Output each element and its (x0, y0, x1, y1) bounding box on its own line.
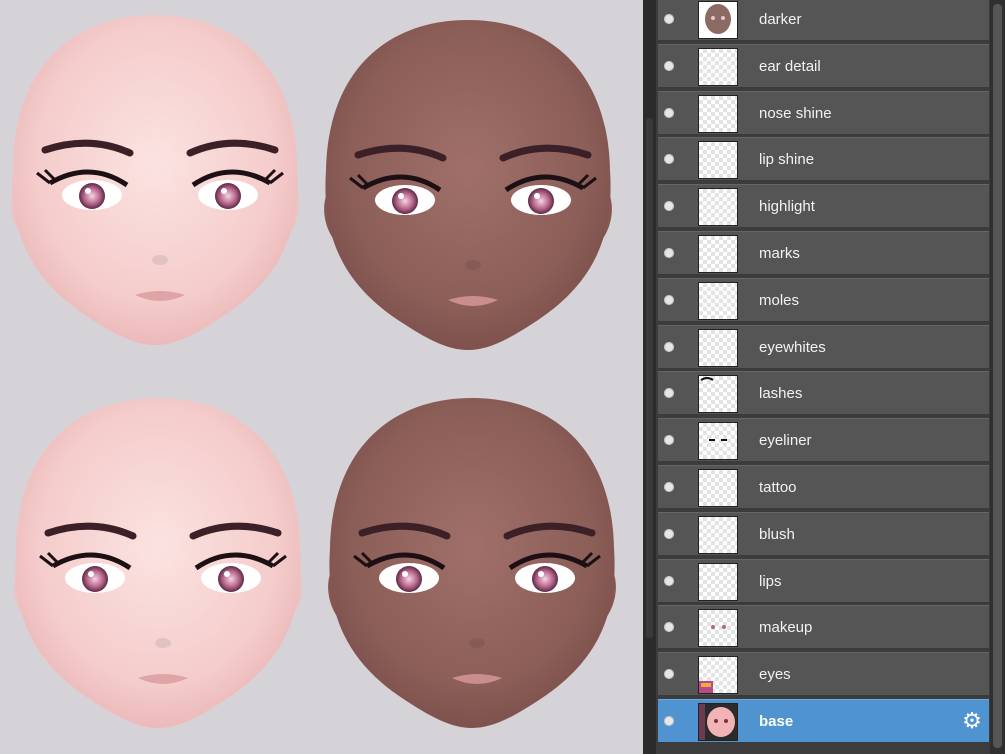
layer-name[interactable]: highlight (759, 198, 815, 215)
layer-row-darker[interactable]: darker (658, 0, 989, 41)
layer-thumbnail[interactable] (698, 516, 738, 554)
layer-name[interactable]: lashes (759, 385, 802, 402)
visibility-eye-icon[interactable] (664, 201, 674, 211)
visibility-eye-icon[interactable] (664, 482, 674, 492)
layer-name[interactable]: ear detail (759, 58, 821, 75)
layer-thumbnail[interactable] (698, 329, 738, 367)
face-dark-bottom (328, 398, 616, 728)
layer-thumbnail[interactable] (698, 609, 738, 647)
layer-name[interactable]: eyes (759, 666, 791, 683)
layer-row-lips[interactable]: lips (658, 559, 989, 603)
layer-row-blush[interactable]: blush (658, 512, 989, 556)
layer-row-lashes[interactable]: lashes (658, 371, 989, 415)
layer-row-eyeliner[interactable]: eyeliner (658, 418, 989, 462)
layer-thumbnail[interactable] (698, 656, 738, 694)
layer-thumbnail[interactable] (698, 469, 738, 507)
layer-name[interactable]: eyewhites (759, 339, 826, 356)
visibility-eye-icon[interactable] (664, 669, 674, 679)
visibility-eye-icon[interactable] (664, 61, 674, 71)
layer-name[interactable]: nose shine (759, 105, 832, 122)
layer-thumbnail[interactable] (698, 188, 738, 226)
layer-name[interactable]: tattoo (759, 479, 797, 496)
layer-thumbnail[interactable] (698, 48, 738, 86)
face-dark-top (324, 20, 612, 350)
layer-name[interactable]: base (759, 713, 793, 730)
visibility-eye-icon[interactable] (664, 622, 674, 632)
layer-row-eyes[interactable]: eyes (658, 652, 989, 696)
layers-scrollbar[interactable] (990, 0, 1005, 754)
panel-divider[interactable] (643, 0, 656, 754)
layer-row-marks[interactable]: marks (658, 231, 989, 275)
visibility-eye-icon[interactable] (664, 295, 674, 305)
layer-row-ear-detail[interactable]: ear detail (658, 44, 989, 88)
face-light-top (11, 15, 299, 345)
layer-name[interactable]: blush (759, 526, 795, 543)
visibility-eye-icon[interactable] (664, 576, 674, 586)
visibility-eye-icon[interactable] (664, 716, 674, 726)
canvas-viewport[interactable] (0, 0, 643, 754)
face-light-bottom (14, 398, 302, 728)
layer-row-tattoo[interactable]: tattoo (658, 465, 989, 509)
face-texture-preview (11, 15, 616, 728)
layer-row-lip-shine[interactable]: lip shine (658, 137, 989, 181)
visibility-eye-icon[interactable] (664, 388, 674, 398)
visibility-eye-icon[interactable] (664, 529, 674, 539)
layer-name[interactable]: makeup (759, 619, 812, 636)
visibility-eye-icon[interactable] (664, 14, 674, 24)
layer-row-eyewhites[interactable]: eyewhites (658, 325, 989, 369)
visibility-eye-icon[interactable] (664, 108, 674, 118)
layer-thumbnail[interactable] (698, 95, 738, 133)
layer-name[interactable]: lips (759, 573, 782, 590)
layer-name[interactable]: marks (759, 245, 800, 262)
layer-thumbnail[interactable] (698, 563, 738, 601)
layer-thumbnail[interactable] (698, 235, 738, 273)
visibility-eye-icon[interactable] (664, 248, 674, 258)
gear-icon[interactable]: ⚙ (961, 710, 983, 732)
visibility-eye-icon[interactable] (664, 342, 674, 352)
layer-row-highlight[interactable]: highlight (658, 184, 989, 228)
layer-thumbnail[interactable] (698, 375, 738, 413)
layer-name[interactable]: moles (759, 292, 799, 309)
visibility-eye-icon[interactable] (664, 435, 674, 445)
layer-thumbnail[interactable] (698, 422, 738, 460)
layer-row-moles[interactable]: moles (658, 278, 989, 322)
layer-row-makeup[interactable]: makeup (658, 605, 989, 649)
layer-thumbnail[interactable] (698, 1, 738, 39)
layers-panel: darker ear detail nose shine lip shine highl… (656, 0, 1005, 754)
layer-row-nose-shine[interactable]: nose shine (658, 91, 989, 135)
layer-name[interactable]: eyeliner (759, 432, 812, 449)
layer-name[interactable]: darker (759, 11, 802, 28)
layer-name[interactable]: lip shine (759, 151, 814, 168)
layer-thumbnail[interactable] (698, 703, 738, 741)
scrollbar-thumb[interactable] (993, 4, 1002, 748)
layer-row-base[interactable]: base ⚙ (658, 699, 989, 743)
layer-thumbnail[interactable] (698, 141, 738, 179)
divider-grip[interactable] (646, 118, 653, 638)
visibility-eye-icon[interactable] (664, 154, 674, 164)
layer-thumbnail[interactable] (698, 282, 738, 320)
